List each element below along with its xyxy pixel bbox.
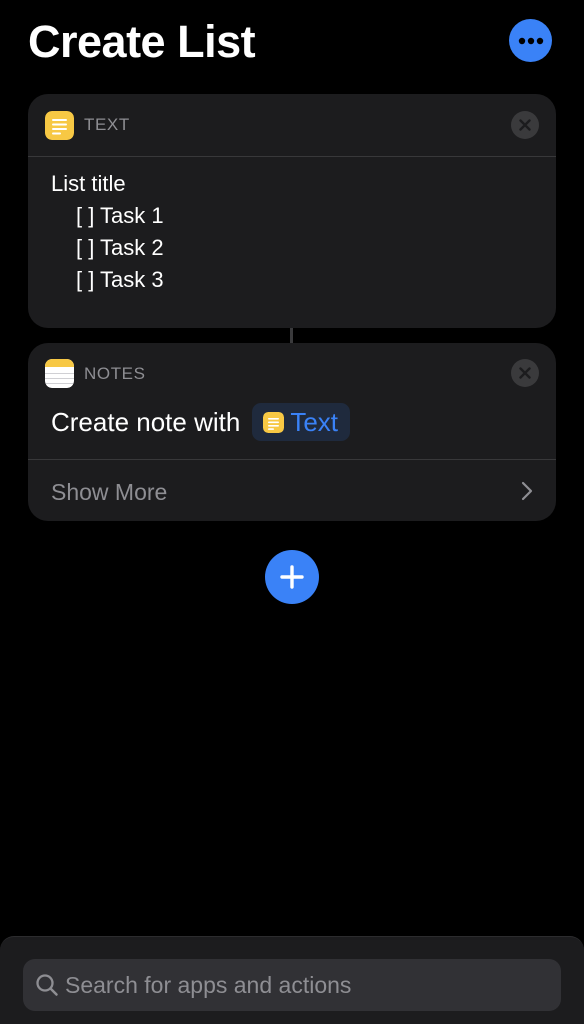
plus-icon	[280, 565, 304, 589]
notes-action-card[interactable]: NOTES Create note with Text Show More	[28, 343, 556, 521]
notes-action-app-label: NOTES	[84, 364, 146, 383]
token-label: Text	[290, 406, 339, 437]
notes-action-header: NOTES	[28, 343, 556, 405]
page-title: Create List	[28, 16, 256, 67]
chevron-right-icon	[521, 481, 533, 501]
text-action-card[interactable]: TEXT List title [ ] Task 1 [ ] Task 2 [ …	[28, 94, 556, 328]
close-icon	[519, 367, 531, 379]
more-options-button[interactable]	[509, 19, 552, 62]
notes-app-icon	[45, 359, 74, 388]
text-app-icon	[45, 111, 74, 140]
show-more-label: Show More	[51, 479, 168, 505]
header-divider	[28, 156, 556, 157]
text-action-app-label: TEXT	[84, 115, 130, 134]
text-action-header: TEXT	[28, 94, 556, 156]
search-icon	[36, 974, 58, 996]
action-search-panel	[0, 936, 584, 1024]
create-note-action-row: Create note with Text	[51, 403, 351, 441]
remove-notes-action-button[interactable]	[511, 359, 539, 387]
text-line-task: [ ] Task 2	[76, 235, 164, 260]
ellipsis-icon	[518, 37, 543, 44]
action-description: Create note with	[51, 406, 241, 437]
action-connector	[290, 328, 293, 343]
text-app-icon	[263, 411, 285, 433]
search-bar[interactable]	[23, 959, 561, 1011]
remove-text-action-button[interactable]	[511, 111, 539, 139]
text-content-field[interactable]: List title [ ] Task 1 [ ] Task 2 [ ] Tas…	[51, 168, 164, 296]
text-line-title: List title	[51, 171, 126, 196]
shortcut-editor-screen: Create List TEXT List title [] Task 1 […	[0, 0, 584, 1024]
text-line-task: [ ] Task 3	[76, 267, 164, 292]
text-line-task: [ ] Task 1	[76, 203, 164, 228]
search-input[interactable]	[65, 959, 545, 1011]
add-action-button[interactable]	[265, 550, 319, 604]
text-variable-token[interactable]: Text	[252, 403, 351, 441]
show-more-button[interactable]: Show More	[28, 459, 556, 521]
close-icon	[519, 119, 531, 131]
